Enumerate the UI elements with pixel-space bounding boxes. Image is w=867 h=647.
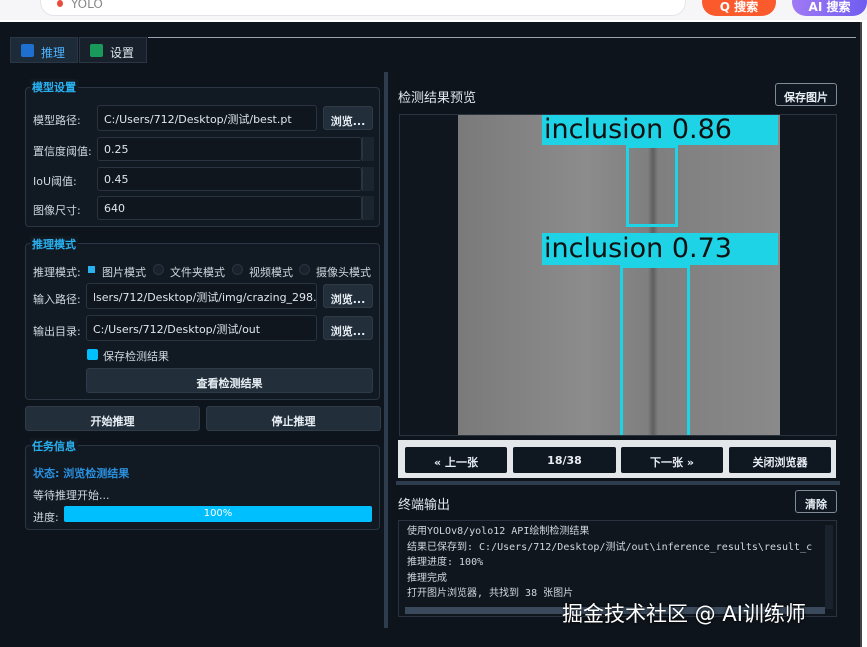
clear-button[interactable]: 清除 (795, 490, 837, 513)
terminal-title: 终端输出 (398, 494, 450, 513)
detection-box (620, 265, 690, 435)
radio-label: 视频模式 (249, 264, 293, 280)
preview-title: 检测结果预览 (398, 87, 476, 106)
group-title: 任务信息 (30, 438, 78, 454)
watermark: 掘金技术社区 @ AI训练师 (562, 598, 806, 628)
check-icon (90, 44, 103, 57)
radio-folder-mode[interactable] (153, 264, 164, 275)
label: 输出目录: (33, 323, 81, 339)
detection-label: inclusion 0.86 (542, 115, 778, 145)
radio-label: 图片模式 (102, 264, 146, 280)
splitter-handle[interactable] (384, 72, 388, 628)
input-path-input[interactable]: lsers/712/Desktop/测试/img/crazing_298.jpg (86, 283, 317, 309)
browse-model-button[interactable]: 浏览... (323, 106, 373, 130)
search-button[interactable]: Q 搜索 (702, 0, 776, 16)
browse-output-button[interactable]: 浏览... (323, 316, 373, 340)
close-browser-button[interactable]: 关闭浏览器 (729, 447, 831, 473)
terminal-line: 使用YOLOv8/yolo12 API绘制检测结果 (407, 524, 823, 540)
checkbox-label: 保存检测结果 (103, 348, 169, 364)
conf-spinbox[interactable]: 0.25 (97, 137, 362, 161)
browser-search-input[interactable]: YOLO (40, 0, 686, 16)
radio-label: 文件夹模式 (170, 264, 225, 280)
label: 推理模式: (33, 264, 81, 280)
status-message: 等待推理开始... (33, 487, 110, 503)
ai-search-button[interactable]: AI 搜索 (792, 0, 867, 16)
group-title: 推理模式 (30, 236, 78, 252)
vertical-scrollbar[interactable] (825, 525, 833, 609)
terminal-line: 推理完成 (407, 571, 823, 587)
group-title: 模型设置 (30, 79, 78, 95)
image-counter: 18/38 (513, 447, 616, 473)
view-results-button[interactable]: 查看检测结果 (86, 368, 373, 393)
tab-inference[interactable]: 推理 (10, 37, 78, 63)
stop-inference-button[interactable]: 停止推理 (206, 406, 381, 431)
label: IoU阈值: (33, 173, 77, 189)
progress-label: 进度: (33, 509, 59, 525)
detection-image: inclusion 0.86 inclusion 0.73 (458, 115, 780, 435)
imgsz-stepper[interactable] (362, 196, 374, 220)
radio-camera-mode[interactable] (299, 264, 310, 275)
label: 模型路径: (33, 112, 81, 128)
prev-image-button[interactable]: « 上一张 (405, 447, 507, 473)
start-inference-button[interactable]: 开始推理 (25, 406, 200, 431)
radio-image-mode[interactable] (88, 266, 95, 273)
output-dir-input[interactable]: C:/Users/712/Desktop/测试/out (86, 315, 317, 341)
browse-input-button[interactable]: 浏览... (323, 284, 373, 308)
tab-settings[interactable]: 设置 (79, 37, 147, 63)
radio-video-mode[interactable] (232, 264, 243, 275)
label: 置信度阈值: (33, 143, 92, 159)
imgsz-spinbox[interactable]: 640 (97, 196, 362, 220)
splitter-handle[interactable] (396, 481, 840, 485)
progress-bar: 100% (64, 506, 372, 522)
detection-label: inclusion 0.73 (542, 233, 778, 265)
radio-label: 摄像头模式 (316, 264, 371, 280)
progress-text: 100% (64, 508, 372, 519)
save-results-checkbox[interactable] (87, 349, 98, 360)
iou-stepper[interactable] (362, 167, 374, 191)
iou-spinbox[interactable]: 0.45 (97, 167, 362, 191)
next-image-button[interactable]: 下一张 » (621, 447, 723, 473)
logo-icon (57, 0, 63, 7)
detection-box (626, 145, 678, 227)
model-path-input[interactable]: C:/Users/712/Desktop/测试/best.pt (97, 105, 317, 131)
tab-bar-divider (148, 37, 856, 38)
conf-stepper[interactable] (362, 137, 374, 161)
save-image-button[interactable]: 保存图片 (775, 83, 837, 106)
terminal-line: 推理进度: 100% (407, 555, 823, 571)
terminal-line: 结果已保存到: C:/Users/712/Desktop/测试/out\infe… (407, 540, 823, 556)
label: 输入路径: (33, 291, 81, 307)
label: 图像尺寸: (33, 202, 81, 218)
chart-icon (21, 44, 34, 57)
status-text: 状态: 浏览检测结果 (33, 465, 129, 481)
